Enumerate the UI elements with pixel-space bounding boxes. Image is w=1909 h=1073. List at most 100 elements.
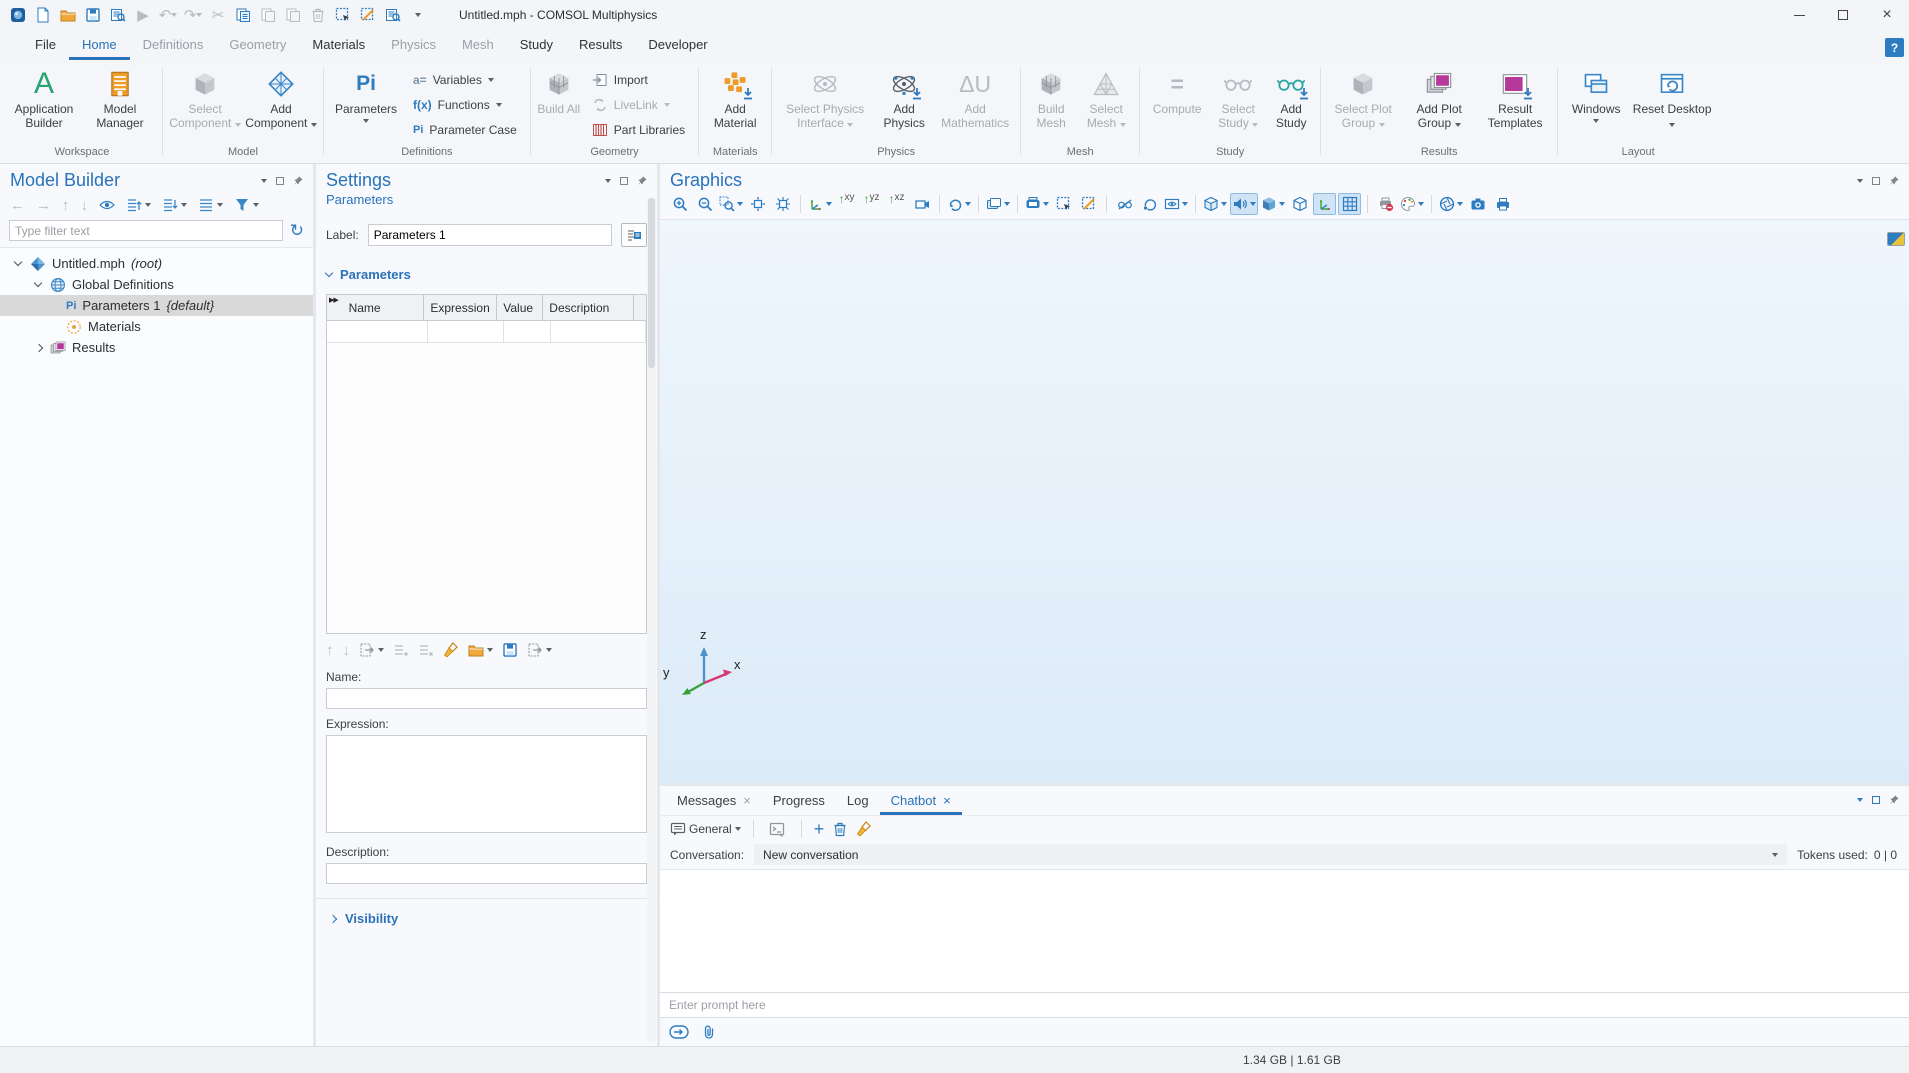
show-eye-button[interactable] [99,197,115,213]
empty-table-row[interactable] [327,321,646,343]
material-rendering-button[interactable] [1260,193,1286,215]
model-tree-node-text-button[interactable] [198,197,223,213]
orthographic-projection-button[interactable] [910,193,933,215]
close-tab-icon[interactable]: × [943,793,951,808]
go-to-xy-view-button[interactable]: ↑xy [835,193,858,215]
collapse-icon[interactable] [14,258,22,266]
rename-button[interactable] [527,642,552,658]
tree-item-parameters[interactable]: Pi Parameters 1 {default} [0,295,313,316]
select-physics-interface-button[interactable]: Select Physics Interface [777,65,873,144]
attach-button[interactable] [701,1024,717,1040]
collapse-icon[interactable] [34,279,42,287]
tab-developer[interactable]: Developer [635,30,720,60]
add-study-button[interactable]: Add Study [1267,65,1315,144]
select-component-button[interactable]: Select Component [168,65,242,144]
tree-item-global-definitions[interactable]: Global Definitions [0,274,313,295]
disable-plot-update-button[interactable] [1374,193,1397,215]
application-builder-button[interactable]: A Application Builder [7,65,81,144]
model-manager-button[interactable]: Model Manager [83,65,157,144]
tab-study[interactable]: Study [507,30,566,60]
label-input[interactable] [368,224,612,246]
zoom-selected-button[interactable] [771,193,794,215]
back-button[interactable]: ← [10,198,25,213]
select-plot-group-button[interactable]: Select Plot Group [1326,65,1400,144]
delete-conversation-button[interactable] [832,821,848,837]
load-from-file-button[interactable] [468,642,493,658]
pin-icon[interactable] [293,175,304,186]
show-axis-orientation-button[interactable] [1313,193,1336,215]
panel-menu-icon[interactable] [1857,798,1863,802]
graphics-canvas[interactable]: z y x [660,219,1909,783]
zoom-box-button[interactable] [718,193,744,215]
filter-input[interactable] [9,220,283,241]
delete-button[interactable] [306,3,330,27]
maximize-button[interactable] [1821,0,1865,30]
part-libraries-button[interactable]: Part Libraries [589,120,688,140]
windows-button[interactable]: Windows [1563,65,1629,144]
go-to-default-3d-view-button[interactable] [807,193,833,215]
collapse-all-button[interactable] [162,197,187,213]
console-button[interactable] [766,818,789,840]
parameters-table[interactable]: ▶▶ Name Expression Value Description [326,294,647,634]
filter-button[interactable] [234,197,259,213]
zoom-out-button[interactable] [693,193,716,215]
snapshot-camera-button[interactable] [1466,193,1489,215]
tree-item-materials[interactable]: Materials [0,316,313,337]
conversation-dropdown[interactable]: New conversation [754,844,1787,865]
add-material-button[interactable]: Add Material [704,65,766,144]
expression-input[interactable] [326,735,647,833]
sound-button[interactable] [1230,193,1258,215]
refresh-icon[interactable]: ↻ [290,222,304,239]
variables-button[interactable]: a= Variables [410,70,520,90]
pin-icon[interactable] [1889,175,1900,186]
help-button[interactable]: ? [1885,38,1904,57]
column-header-value[interactable]: Value [497,295,543,320]
select-box-button[interactable] [1052,193,1075,215]
go-to-yz-view-button[interactable]: ↑yz [860,193,883,215]
pin-icon[interactable] [1889,794,1900,805]
compute-button[interactable]: = Compute [1145,65,1209,144]
wireframe-rendering-button[interactable] [1288,193,1311,215]
zoom-extents-button[interactable] [746,193,769,215]
view-hidden-button[interactable] [1163,193,1189,215]
functions-button[interactable]: f(x) Functions [410,95,520,115]
scrollbar-thumb[interactable] [648,198,655,368]
pin-icon[interactable] [637,175,648,186]
add-component-button[interactable]: Add Component [244,65,318,144]
copy-button[interactable] [231,3,255,27]
transparency-button[interactable] [1202,193,1228,215]
customize-quick-access-button[interactable] [406,3,430,27]
find-button[interactable] [381,3,405,27]
build-mesh-button[interactable]: Build Mesh [1026,65,1076,144]
panel-menu-icon[interactable] [1857,179,1863,183]
float-panel-icon[interactable] [276,177,284,185]
cut-button[interactable]: ✂ [206,3,230,27]
float-panel-icon[interactable] [620,177,628,185]
show-grid-button[interactable] [1338,193,1361,215]
save-to-file-button[interactable] [502,642,518,658]
image-export-button[interactable] [1024,193,1050,215]
settings-scrollbar[interactable] [647,198,656,1042]
edit-label-button[interactable] [621,223,647,247]
tree-item-results[interactable]: Results [0,337,313,358]
clear-selection-button[interactable] [356,3,380,27]
chat-history-area[interactable] [660,869,1909,992]
float-panel-icon[interactable] [1872,177,1880,185]
panel-menu-icon[interactable] [605,179,611,183]
redo-button[interactable]: ↷ [181,3,205,27]
column-header-name[interactable]: Name [343,295,425,320]
tab-results[interactable]: Results [566,30,635,60]
new-conversation-button[interactable]: + [814,820,825,838]
prompt-input[interactable] [669,998,1900,1012]
result-templates-button[interactable]: Result Templates [1478,65,1552,144]
save-button[interactable] [81,3,105,27]
tab-home[interactable]: Home [69,30,130,60]
name-input[interactable] [326,688,647,709]
reset-hiding-button[interactable] [1138,193,1161,215]
clear-conversation-button[interactable] [856,821,872,837]
close-button[interactable]: × [1865,0,1909,30]
column-header-description[interactable]: Description [543,295,634,320]
save-as-button[interactable] [106,3,130,27]
tab-definitions[interactable]: Definitions [130,30,217,60]
float-panel-icon[interactable] [1872,796,1880,804]
